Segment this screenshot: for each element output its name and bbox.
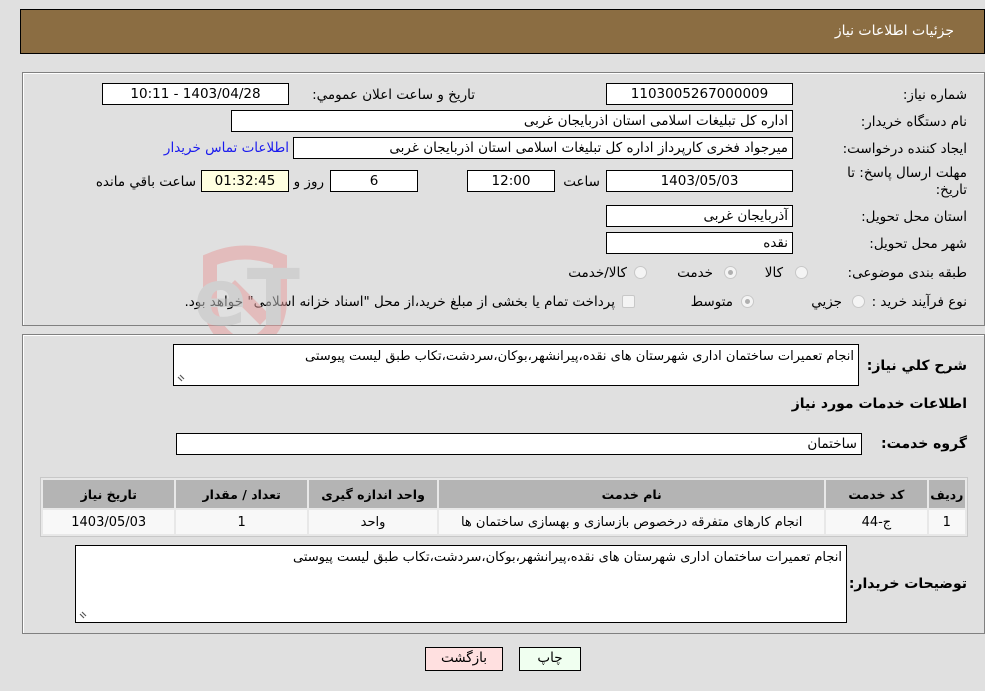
deadline-date-field[interactable]: 1403/05/03 <box>606 170 793 192</box>
deadline-label-line1: مهلت ارسال پاسخ: تا <box>847 165 967 181</box>
deadline-time-field[interactable]: 12:00 <box>467 170 555 192</box>
col-header-quantity: تعداد / مقدار <box>176 480 307 508</box>
category-radio-goods-service[interactable] <box>634 266 647 279</box>
description-label: شرح کلي نیاز: <box>866 358 967 374</box>
province-field[interactable]: آذربایجان غربی <box>606 205 793 227</box>
description-text: انجام تعمیرات ساختمان اداری شهرستان های … <box>305 349 854 364</box>
category-option-goods: کالا <box>764 265 783 281</box>
announce-label: تاریخ و ساعت اعلان عمومي: <box>312 87 475 103</box>
buyer-contact-link[interactable]: اطلاعات تماس خریدار <box>164 140 289 156</box>
buyer-notes-textarea[interactable]: انجام تعمیرات ساختمان اداری شهرستان های … <box>75 545 847 623</box>
cell-unit: واحد <box>308 510 438 534</box>
services-table: ردیف کد خدمت نام خدمت واحد اندازه گیری ت… <box>40 477 968 537</box>
category-option-goods-service: کالا/خدمت <box>568 265 627 281</box>
cell-need-date: 1403/05/03 <box>43 510 175 534</box>
city-field[interactable]: نقده <box>606 232 793 254</box>
back-button[interactable]: بازگشت <box>425 647 503 671</box>
buyer-notes-label: توضیحات خریدار: <box>848 576 967 592</box>
days-label: روز و <box>293 174 324 190</box>
deadline-label-line2: تاریخ: <box>935 182 967 198</box>
buyer-org-field[interactable]: اداره کل تبلیغات اسلامی استان اذربایجان … <box>231 110 793 132</box>
cell-service-code: ج-44 <box>826 510 927 534</box>
province-label: استان محل تحویل: <box>861 209 967 225</box>
category-label: طبقه بندی موضوعی: <box>847 265 967 281</box>
need-number-field[interactable]: 1103005267000009 <box>606 83 793 105</box>
process-radio-minor[interactable] <box>852 295 865 308</box>
print-button[interactable]: چاپ <box>519 647 581 671</box>
announce-datetime-field[interactable]: 1403/04/28 - 10:11 <box>102 83 289 105</box>
col-header-row: ردیف <box>928 480 965 508</box>
description-textarea[interactable]: انجام تعمیرات ساختمان اداری شهرستان های … <box>173 344 859 386</box>
buyer-org-label: نام دستگاه خریدار: <box>860 114 967 130</box>
table-row: 1 ج-44 انجام کارهای متفرقه درخصوص بازساز… <box>43 510 965 534</box>
service-group-field[interactable]: ساختمان <box>176 433 862 455</box>
process-option-minor: جزيي <box>811 294 842 310</box>
category-radio-goods[interactable] <box>795 266 808 279</box>
cell-quantity: 1 <box>176 510 307 534</box>
cell-service-name: انجام کارهای متفرقه درخصوص بازسازی و بهس… <box>439 510 825 534</box>
page-header: جزئیات اطلاعات نیاز <box>20 9 985 54</box>
category-option-service: خدمت <box>677 265 713 281</box>
creator-label: ایجاد کننده درخواست: <box>842 141 967 157</box>
page-title: جزئیات اطلاعات نیاز <box>834 23 954 39</box>
treasury-checkbox[interactable] <box>622 295 635 308</box>
need-number-label: شماره نیاز: <box>902 87 967 103</box>
process-option-medium: متوسط <box>690 294 733 310</box>
services-table-header: ردیف کد خدمت نام خدمت واحد اندازه گیری ت… <box>43 480 965 508</box>
process-label: نوع فرآیند خرید : <box>871 294 967 310</box>
col-header-name: نام خدمت <box>439 480 825 508</box>
creator-field[interactable]: میرجواد فخری کارپرداز اداره کل تبلیغات ا… <box>293 137 793 159</box>
process-radio-medium[interactable] <box>741 295 754 308</box>
resize-grip-icon[interactable] <box>176 373 186 383</box>
city-label: شهر محل تحویل: <box>869 236 967 252</box>
remaining-time-label: ساعت باقي مانده <box>95 174 196 190</box>
category-radio-service[interactable] <box>724 266 737 279</box>
treasury-note: پرداخت تمام یا بخشی از مبلغ خرید،از محل … <box>184 294 615 310</box>
remaining-days-field[interactable]: 6 <box>330 170 418 192</box>
time-label: ساعت <box>563 174 600 190</box>
cell-row-number: 1 <box>928 510 965 534</box>
services-section-title: اطلاعات خدمات مورد نیاز <box>791 396 967 412</box>
col-header-code: کد خدمت <box>826 480 927 508</box>
col-header-date: تاریخ نیاز <box>43 480 175 508</box>
buyer-notes-text: انجام تعمیرات ساختمان اداری شهرستان های … <box>293 550 842 565</box>
remaining-time-field: 01:32:45 <box>201 170 289 192</box>
resize-grip-icon[interactable] <box>78 610 88 620</box>
service-group-label: گروه خدمت: <box>881 436 967 452</box>
col-header-unit: واحد اندازه گیری <box>308 480 438 508</box>
